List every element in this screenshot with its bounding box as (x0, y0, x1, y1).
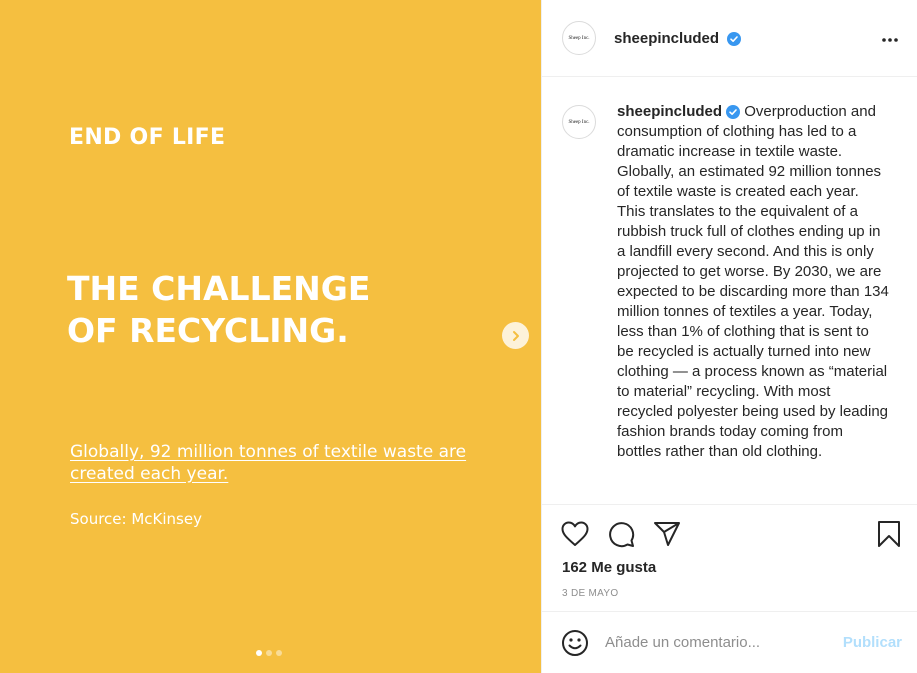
likes-count[interactable]: 162 Me gusta (562, 559, 656, 576)
slide-headline-line-1: THE CHALLENGE (67, 269, 371, 308)
action-icons (560, 519, 682, 549)
post-actions: 162 Me gusta 3 DE MAYO (542, 504, 917, 611)
slide-source: Source: McKinsey (70, 510, 202, 528)
next-slide-button[interactable] (502, 322, 529, 349)
comment-bubble-icon (609, 522, 635, 548)
caption-avatar-logo-text: Sheep Inc. (568, 119, 590, 125)
post-date[interactable]: 3 DE MAYO (562, 588, 618, 599)
emoji-button[interactable] (560, 628, 590, 658)
like-button[interactable] (560, 519, 590, 549)
caption-username-text: sheepincluded (617, 103, 723, 120)
header-username-text: sheepincluded (614, 29, 720, 47)
caption-text: sheepincluded Overproduction and consump… (617, 102, 889, 503)
share-button[interactable] (652, 519, 682, 549)
carousel-indicator (256, 650, 282, 656)
caption-body: Overproduction and consumption of clothi… (617, 103, 889, 460)
slide-headline: THE CHALLENGE OF RECYCLING. (67, 268, 427, 352)
avatar-logo-text: Sheep Inc. (568, 35, 590, 41)
paper-plane-icon (654, 522, 680, 546)
carousel-dot (276, 650, 282, 656)
heart-icon (561, 521, 589, 546)
slide-eyebrow: END OF LIFE (69, 125, 226, 150)
comment-form: Publicar (542, 611, 917, 673)
slide-headline-line-2: OF RECYCLING. (67, 311, 349, 350)
smiley-face-icon (562, 629, 588, 656)
avatar[interactable]: Sheep Inc. (562, 21, 596, 55)
post-media: END OF LIFE THE CHALLENGE OF RECYCLING. … (0, 0, 541, 673)
save-button[interactable] (874, 519, 904, 549)
caption-avatar[interactable]: Sheep Inc. (562, 105, 596, 139)
comment-button[interactable] (606, 519, 636, 549)
post-header: Sheep Inc. sheepincluded (542, 0, 917, 77)
caption-section: Sheep Inc. sheepincluded Overproduction … (542, 78, 917, 503)
publish-button[interactable]: Publicar (843, 634, 902, 651)
verified-badge-icon (727, 31, 742, 46)
bookmark-icon (878, 521, 900, 547)
caption-username[interactable]: sheepincluded (617, 103, 741, 120)
header-username[interactable]: sheepincluded (614, 29, 742, 47)
slide-fact: Globally, 92 million tonnes of textile w… (70, 442, 467, 484)
carousel-dot (266, 650, 272, 656)
verified-badge-icon (726, 105, 741, 120)
more-options-icon[interactable] (881, 30, 899, 48)
chevron-right-icon (512, 330, 519, 341)
comment-input[interactable] (605, 634, 843, 651)
post-side-panel: Sheep Inc. sheepincluded Sheep Inc. shee (541, 0, 917, 673)
carousel-dot-active (256, 650, 262, 656)
